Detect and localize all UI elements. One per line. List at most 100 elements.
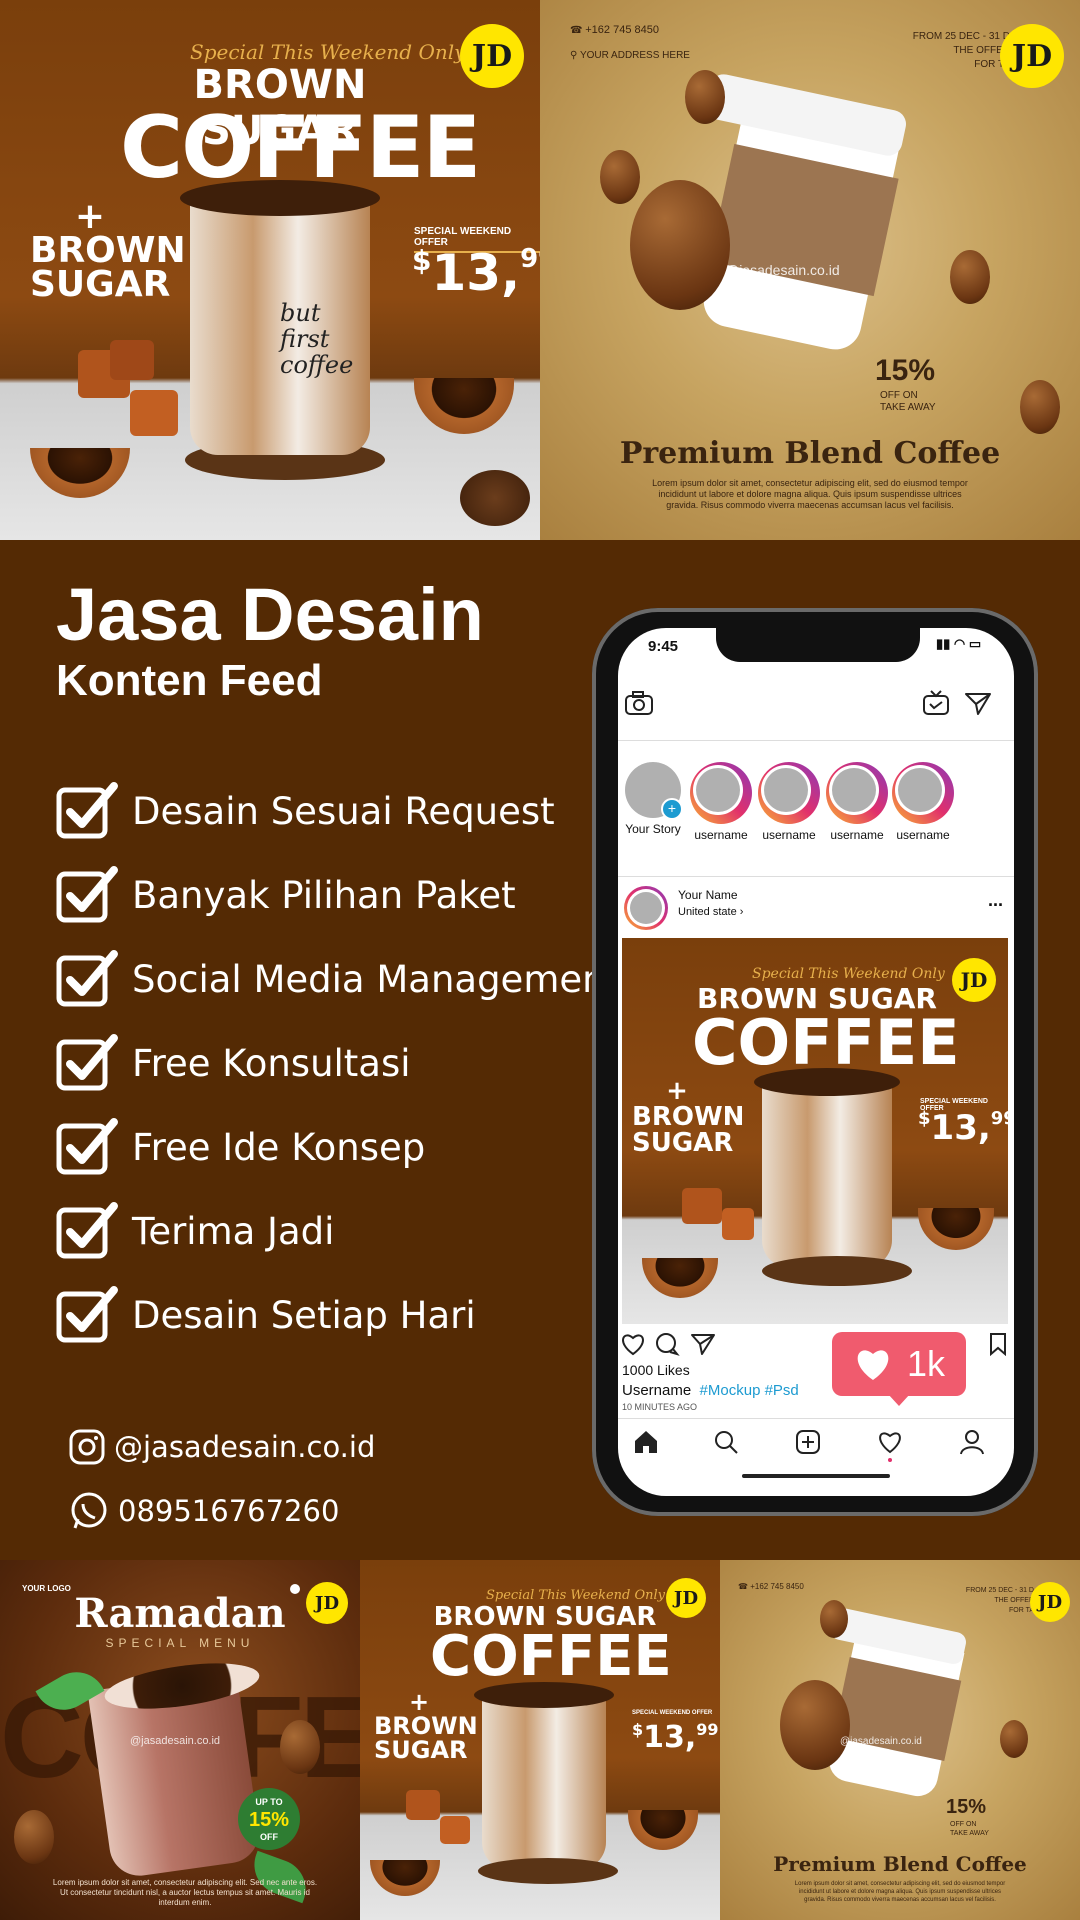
- promo-premium-small: ☎ +162 745 8450 FROM 25 DEC - 31 D THE O…: [720, 1560, 1080, 1920]
- story-item[interactable]: username: [826, 762, 888, 842]
- ramadan-discount-badge: UP TO 15% OFF: [238, 1788, 300, 1850]
- post-location[interactable]: United state ›: [678, 906, 743, 918]
- bean-spoon: [30, 448, 130, 498]
- like-icon[interactable]: [620, 1332, 646, 1356]
- feature-item: Terima Jadi: [56, 1202, 335, 1259]
- feature-label: Social Media Management: [132, 957, 621, 1001]
- status-time: 9:45: [648, 638, 679, 655]
- small-side-label: + BROWN SUGAR: [374, 1688, 478, 1764]
- story-item[interactable]: username: [892, 762, 954, 842]
- add-story-icon: +: [661, 798, 683, 820]
- activity-heart-icon[interactable]: [876, 1428, 904, 1456]
- post-bowl: [918, 1208, 994, 1250]
- small-sugar-cube: [406, 1790, 440, 1820]
- divider: [618, 876, 1014, 877]
- checkbox-icon: [56, 1118, 118, 1175]
- post-avatar[interactable]: [624, 886, 668, 930]
- story-label: username: [694, 828, 748, 842]
- promo-brown-sugar-small: Special This Weekend Only BROWN SUGAR CO…: [360, 1560, 720, 1920]
- coffee-bean: [280, 1720, 320, 1774]
- small-topping: [474, 1682, 614, 1708]
- search-icon[interactable]: [712, 1428, 740, 1456]
- small-spoon: [370, 1860, 440, 1896]
- coffee-bean: [820, 1600, 848, 1638]
- story-item[interactable]: username: [690, 762, 752, 842]
- story-label: username: [830, 828, 884, 842]
- coffee-bean: [1000, 1720, 1028, 1758]
- post-sugar-cube: [682, 1188, 722, 1224]
- checkbox-icon: [56, 950, 118, 1007]
- post-username[interactable]: Your Name: [678, 888, 738, 902]
- story-item[interactable]: username: [758, 762, 820, 842]
- promo-script-line: Special This Weekend Only: [190, 40, 466, 64]
- jd-logo: JD: [1000, 24, 1064, 88]
- camera-icon[interactable]: [624, 690, 654, 716]
- notification-pointer: [888, 1394, 910, 1406]
- story-your-story[interactable]: + Your Story: [622, 762, 684, 836]
- phone-number: ☎ +162 745 8450: [570, 24, 659, 36]
- home-icon[interactable]: [632, 1428, 660, 1456]
- phone-icon: ☎: [570, 25, 583, 36]
- page-title: Jasa Desain: [56, 573, 484, 656]
- small-price: $13,99: [632, 1720, 719, 1755]
- coffee-bean: [1020, 380, 1060, 434]
- small-discount-sub: OFF ON TAKE AWAY: [950, 1821, 989, 1837]
- caption: Username #Mockup #Psd: [622, 1382, 799, 1399]
- post-image[interactable]: Special This Weekend Only BROWN SUGAR CO…: [622, 938, 1008, 1324]
- feature-item: Banyak Pilihan Paket: [56, 866, 516, 923]
- story-avatar: [758, 762, 820, 824]
- small-date-block: FROM 25 DEC - 31 D THE OFFER FOR TA: [965, 1587, 1034, 1614]
- share-icon[interactable]: [690, 1332, 716, 1356]
- feature-item: Desain Setiap Hari: [56, 1286, 476, 1343]
- small-premium-headline: Premium Blend Coffee: [773, 1852, 1027, 1876]
- post-time-ago: 10 MINUTES AGO: [622, 1402, 698, 1412]
- post-more-button[interactable]: ...: [988, 890, 1003, 911]
- post-cup: [762, 1088, 892, 1268]
- story-label: Your Story: [625, 822, 681, 836]
- feature-label: Terima Jadi: [132, 1209, 335, 1253]
- likes-count: 1000 Likes: [622, 1362, 690, 1378]
- profile-icon[interactable]: [958, 1428, 986, 1456]
- post-script-line: Special This Weekend Only: [752, 966, 945, 982]
- story-avatar: [892, 762, 954, 824]
- comment-icon[interactable]: [654, 1332, 680, 1356]
- small-coaster: [478, 1858, 618, 1884]
- igtv-icon[interactable]: [922, 690, 950, 716]
- coffee-bean: [780, 1680, 850, 1770]
- small-premium-body: Lorem ipsum dolor sit amet, consectetur …: [794, 1881, 1006, 1903]
- small-phone-icon: ☎: [738, 1582, 748, 1591]
- post-side-label: + BROWN SUGAR: [632, 1076, 745, 1158]
- feature-item: Social Media Management: [56, 950, 621, 1007]
- like-notification[interactable]: 1k: [832, 1332, 966, 1396]
- whatsapp-contact[interactable]: 089516767260: [68, 1490, 339, 1532]
- instagram-contact[interactable]: @jasadesain.co.id: [68, 1428, 375, 1466]
- promo-ramadan: COFFEE YOUR LOGO Ramadan SPECIAL MENU JD…: [0, 1560, 360, 1920]
- signal-wifi-battery-icon: ▮▮ ◠ ▭: [936, 636, 982, 651]
- jd-logo: JD: [460, 24, 524, 88]
- story-label: username: [896, 828, 950, 842]
- post-price: $13,99: [918, 1108, 1008, 1148]
- divider: [618, 1418, 1014, 1419]
- caption-hashtags[interactable]: #Mockup #Psd: [700, 1382, 799, 1399]
- new-post-icon[interactable]: [794, 1428, 822, 1456]
- date-block: FROM 25 DEC - 31 D THE OFFER FOR TA: [912, 31, 1010, 70]
- divider: [618, 740, 1014, 741]
- facebook-icon: [290, 1584, 300, 1594]
- story-label: username: [762, 828, 816, 842]
- direct-message-icon[interactable]: [964, 690, 992, 716]
- coffee-bean: [600, 150, 640, 204]
- coffee-bean: [950, 250, 990, 304]
- feature-label: Banyak Pilihan Paket: [132, 873, 516, 917]
- address: ⚲ YOUR ADDRESS HERE: [570, 50, 690, 61]
- small-cup: [482, 1700, 606, 1870]
- bean-bowl: [414, 378, 514, 434]
- instagram-handle: @jasadesain.co.id: [114, 1430, 376, 1464]
- small-line2: COFFEE: [430, 1624, 672, 1689]
- bookmark-icon[interactable]: [988, 1332, 1008, 1356]
- post-coaster: [762, 1256, 912, 1286]
- small-offer-label: SPECIAL WEEKEND OFFER: [632, 1710, 713, 1716]
- sugar-cube: [130, 390, 178, 436]
- location-pin-icon: ⚲: [570, 50, 578, 61]
- premium-headline: Premium Blend Coffee: [619, 436, 1001, 471]
- story-avatar: +: [625, 762, 683, 820]
